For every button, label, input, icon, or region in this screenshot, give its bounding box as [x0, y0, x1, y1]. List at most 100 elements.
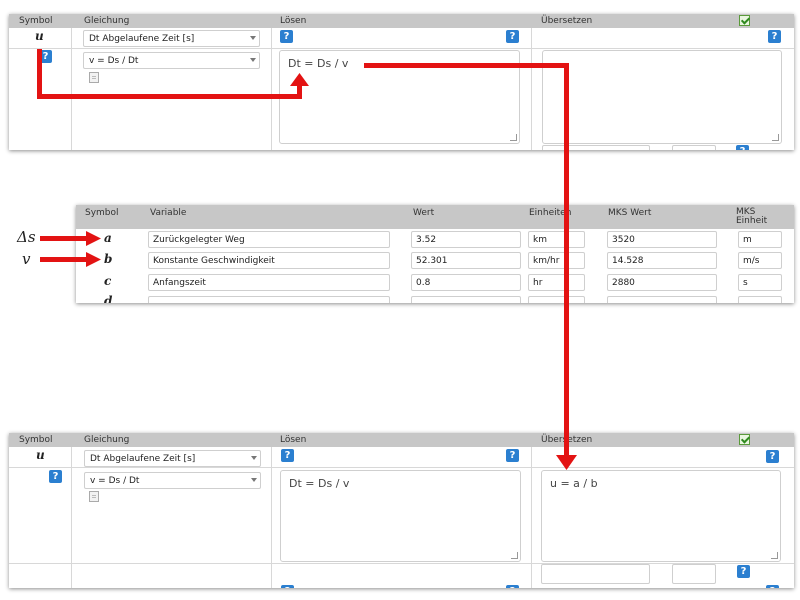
help-icon[interactable]: ? — [506, 585, 519, 588]
unit-input[interactable]: hr — [528, 274, 585, 291]
equation-select[interactable]: v = Ds / Dt — [83, 52, 260, 69]
v-label: v — [22, 250, 31, 268]
chevron-down-icon — [250, 58, 256, 62]
variables-header: Symbol Variable Wert Einheiten MKS Wert … — [76, 205, 794, 229]
mks-value-input: 14.528 — [607, 252, 717, 269]
header-units: Einheiten — [529, 208, 572, 218]
equation-select[interactable]: v = Ds / Dt — [84, 472, 261, 489]
translate-textarea[interactable] — [542, 50, 782, 144]
result-symbol: u — [36, 448, 45, 462]
help-icon[interactable]: ? — [281, 585, 294, 588]
unit-input[interactable] — [528, 296, 585, 303]
variable-name-input[interactable]: Zurückgelegter Weg — [148, 231, 390, 248]
translate-textarea[interactable]: u = a / b — [541, 470, 781, 562]
variable-symbol: b — [104, 252, 113, 266]
header-translate: Übersetzen — [541, 16, 593, 26]
help-icon[interactable]: ? — [736, 145, 749, 150]
resize-grip-icon[interactable] — [772, 134, 779, 141]
chevron-down-icon — [251, 456, 257, 460]
help-icon[interactable]: ? — [768, 30, 781, 43]
variable-name-input[interactable]: Anfangszeit — [148, 274, 390, 291]
variables-panel: Symbol Variable Wert Einheiten MKS Wert … — [76, 205, 794, 303]
help-icon[interactable]: ? — [766, 585, 779, 588]
equation-select-value: v = Ds / Dt — [89, 56, 139, 66]
solve-text: Dt = Ds / v — [288, 57, 349, 70]
variable-name-input[interactable] — [148, 296, 390, 303]
translate-unit-input[interactable] — [672, 564, 716, 584]
variable-select-value: Dt Abgelaufene Zeit [s] — [90, 454, 196, 464]
header-symbol: Symbol — [19, 435, 53, 445]
resize-grip-icon[interactable] — [771, 552, 778, 559]
help-icon[interactable]: ? — [39, 50, 52, 63]
header-symbol: Symbol — [19, 16, 53, 26]
translate-symbol-input[interactable] — [541, 564, 650, 584]
header-solve: Lösen — [280, 435, 307, 445]
translate-checkbox[interactable] — [739, 434, 750, 445]
help-icon[interactable]: ? — [49, 470, 62, 483]
help-icon[interactable]: ? — [281, 449, 294, 462]
divider — [271, 28, 272, 150]
equation-header: Symbol Gleichung Lösen Übersetzen — [9, 14, 794, 28]
equation-panel-bottom: Symbol Gleichung Lösen Übersetzen u Dt A… — [9, 433, 794, 588]
resize-grip-icon[interactable] — [511, 552, 518, 559]
equation-header: Symbol Gleichung Lösen Übersetzen — [9, 433, 794, 447]
unit-input[interactable]: km — [528, 231, 585, 248]
mks-value-input: 2880 — [607, 274, 717, 291]
mks-unit-input: m — [738, 231, 782, 248]
equation-panel-top: Symbol Gleichung Lösen Übersetzen u Dt A… — [9, 14, 794, 150]
divider — [531, 447, 532, 588]
divider — [71, 28, 72, 150]
translate-symbol-input[interactable] — [542, 145, 650, 150]
help-icon[interactable]: ? — [280, 30, 293, 43]
value-input[interactable]: 0.8 — [411, 274, 521, 291]
header-equation: Gleichung — [84, 435, 130, 445]
equation-select-value: v = Ds / Dt — [90, 476, 140, 486]
header-symbol: Symbol — [85, 208, 119, 218]
mks-value-input — [607, 296, 717, 303]
help-icon[interactable]: ? — [506, 30, 519, 43]
mks-unit-input: m/s — [738, 252, 782, 269]
mks-unit-input: s — [738, 274, 782, 291]
mks-value-input: 3520 — [607, 231, 717, 248]
divider — [71, 447, 72, 588]
result-symbol: u — [35, 29, 44, 43]
header-equation: Gleichung — [84, 16, 130, 26]
value-input[interactable]: 52.301 — [411, 252, 521, 269]
header-translate: Übersetzen — [541, 435, 593, 445]
document-icon[interactable] — [89, 491, 99, 502]
value-input[interactable] — [411, 296, 521, 303]
help-icon[interactable]: ? — [766, 450, 779, 463]
divider — [531, 28, 532, 150]
chevron-down-icon — [251, 478, 257, 482]
header-mks-unit: MKS Einheit — [736, 207, 768, 226]
variable-select-value: Dt Abgelaufene Zeit [s] — [89, 34, 195, 44]
row-divider — [9, 467, 794, 468]
variable-symbol: a — [104, 231, 112, 245]
delta-s-label: Δs — [17, 228, 36, 246]
row-divider — [9, 48, 794, 49]
header-variable: Variable — [150, 208, 187, 218]
header-solve: Lösen — [280, 16, 307, 26]
mks-unit-input — [738, 296, 782, 303]
variable-symbol: c — [104, 274, 112, 288]
chevron-down-icon — [250, 36, 256, 40]
solve-text: Dt = Ds / v — [289, 477, 350, 490]
solve-textarea[interactable]: Dt = Ds / v — [279, 50, 520, 144]
variable-symbol: d — [104, 294, 113, 303]
variable-select[interactable]: Dt Abgelaufene Zeit [s] — [83, 30, 260, 47]
translate-unit-input[interactable] — [672, 145, 716, 150]
header-value: Wert — [413, 208, 435, 218]
help-icon[interactable]: ? — [506, 449, 519, 462]
variable-name-input[interactable]: Konstante Geschwindigkeit — [148, 252, 390, 269]
translate-text: u = a / b — [550, 477, 598, 490]
solve-textarea[interactable]: Dt = Ds / v — [280, 470, 521, 562]
document-icon[interactable] — [89, 72, 99, 83]
translate-checkbox[interactable] — [739, 15, 750, 26]
help-icon[interactable]: ? — [737, 565, 750, 578]
resize-grip-icon[interactable] — [510, 134, 517, 141]
unit-input[interactable]: km/hr — [528, 252, 585, 269]
divider — [271, 447, 272, 588]
value-input[interactable]: 3.52 — [411, 231, 521, 248]
variable-select[interactable]: Dt Abgelaufene Zeit [s] — [84, 450, 261, 467]
header-mks-value: MKS Wert — [608, 208, 652, 218]
